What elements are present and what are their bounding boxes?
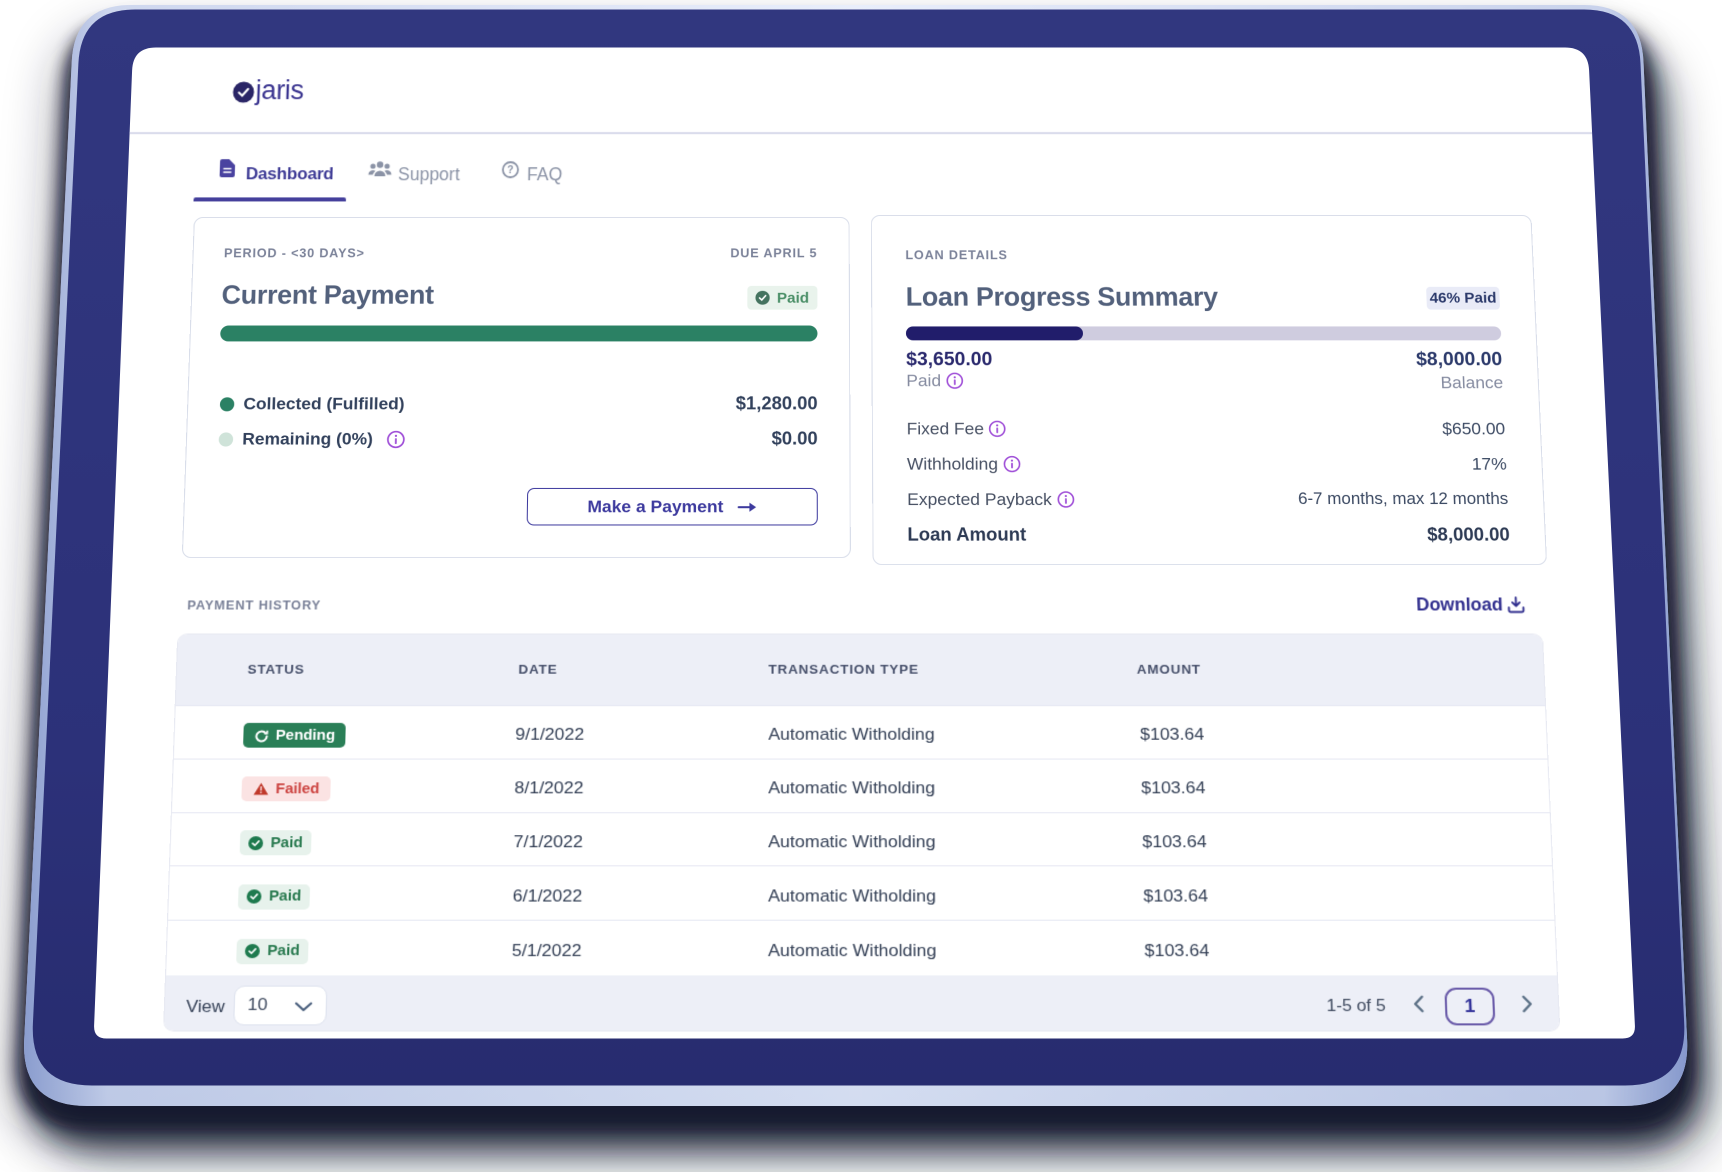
svg-text:?: ?	[507, 165, 514, 176]
